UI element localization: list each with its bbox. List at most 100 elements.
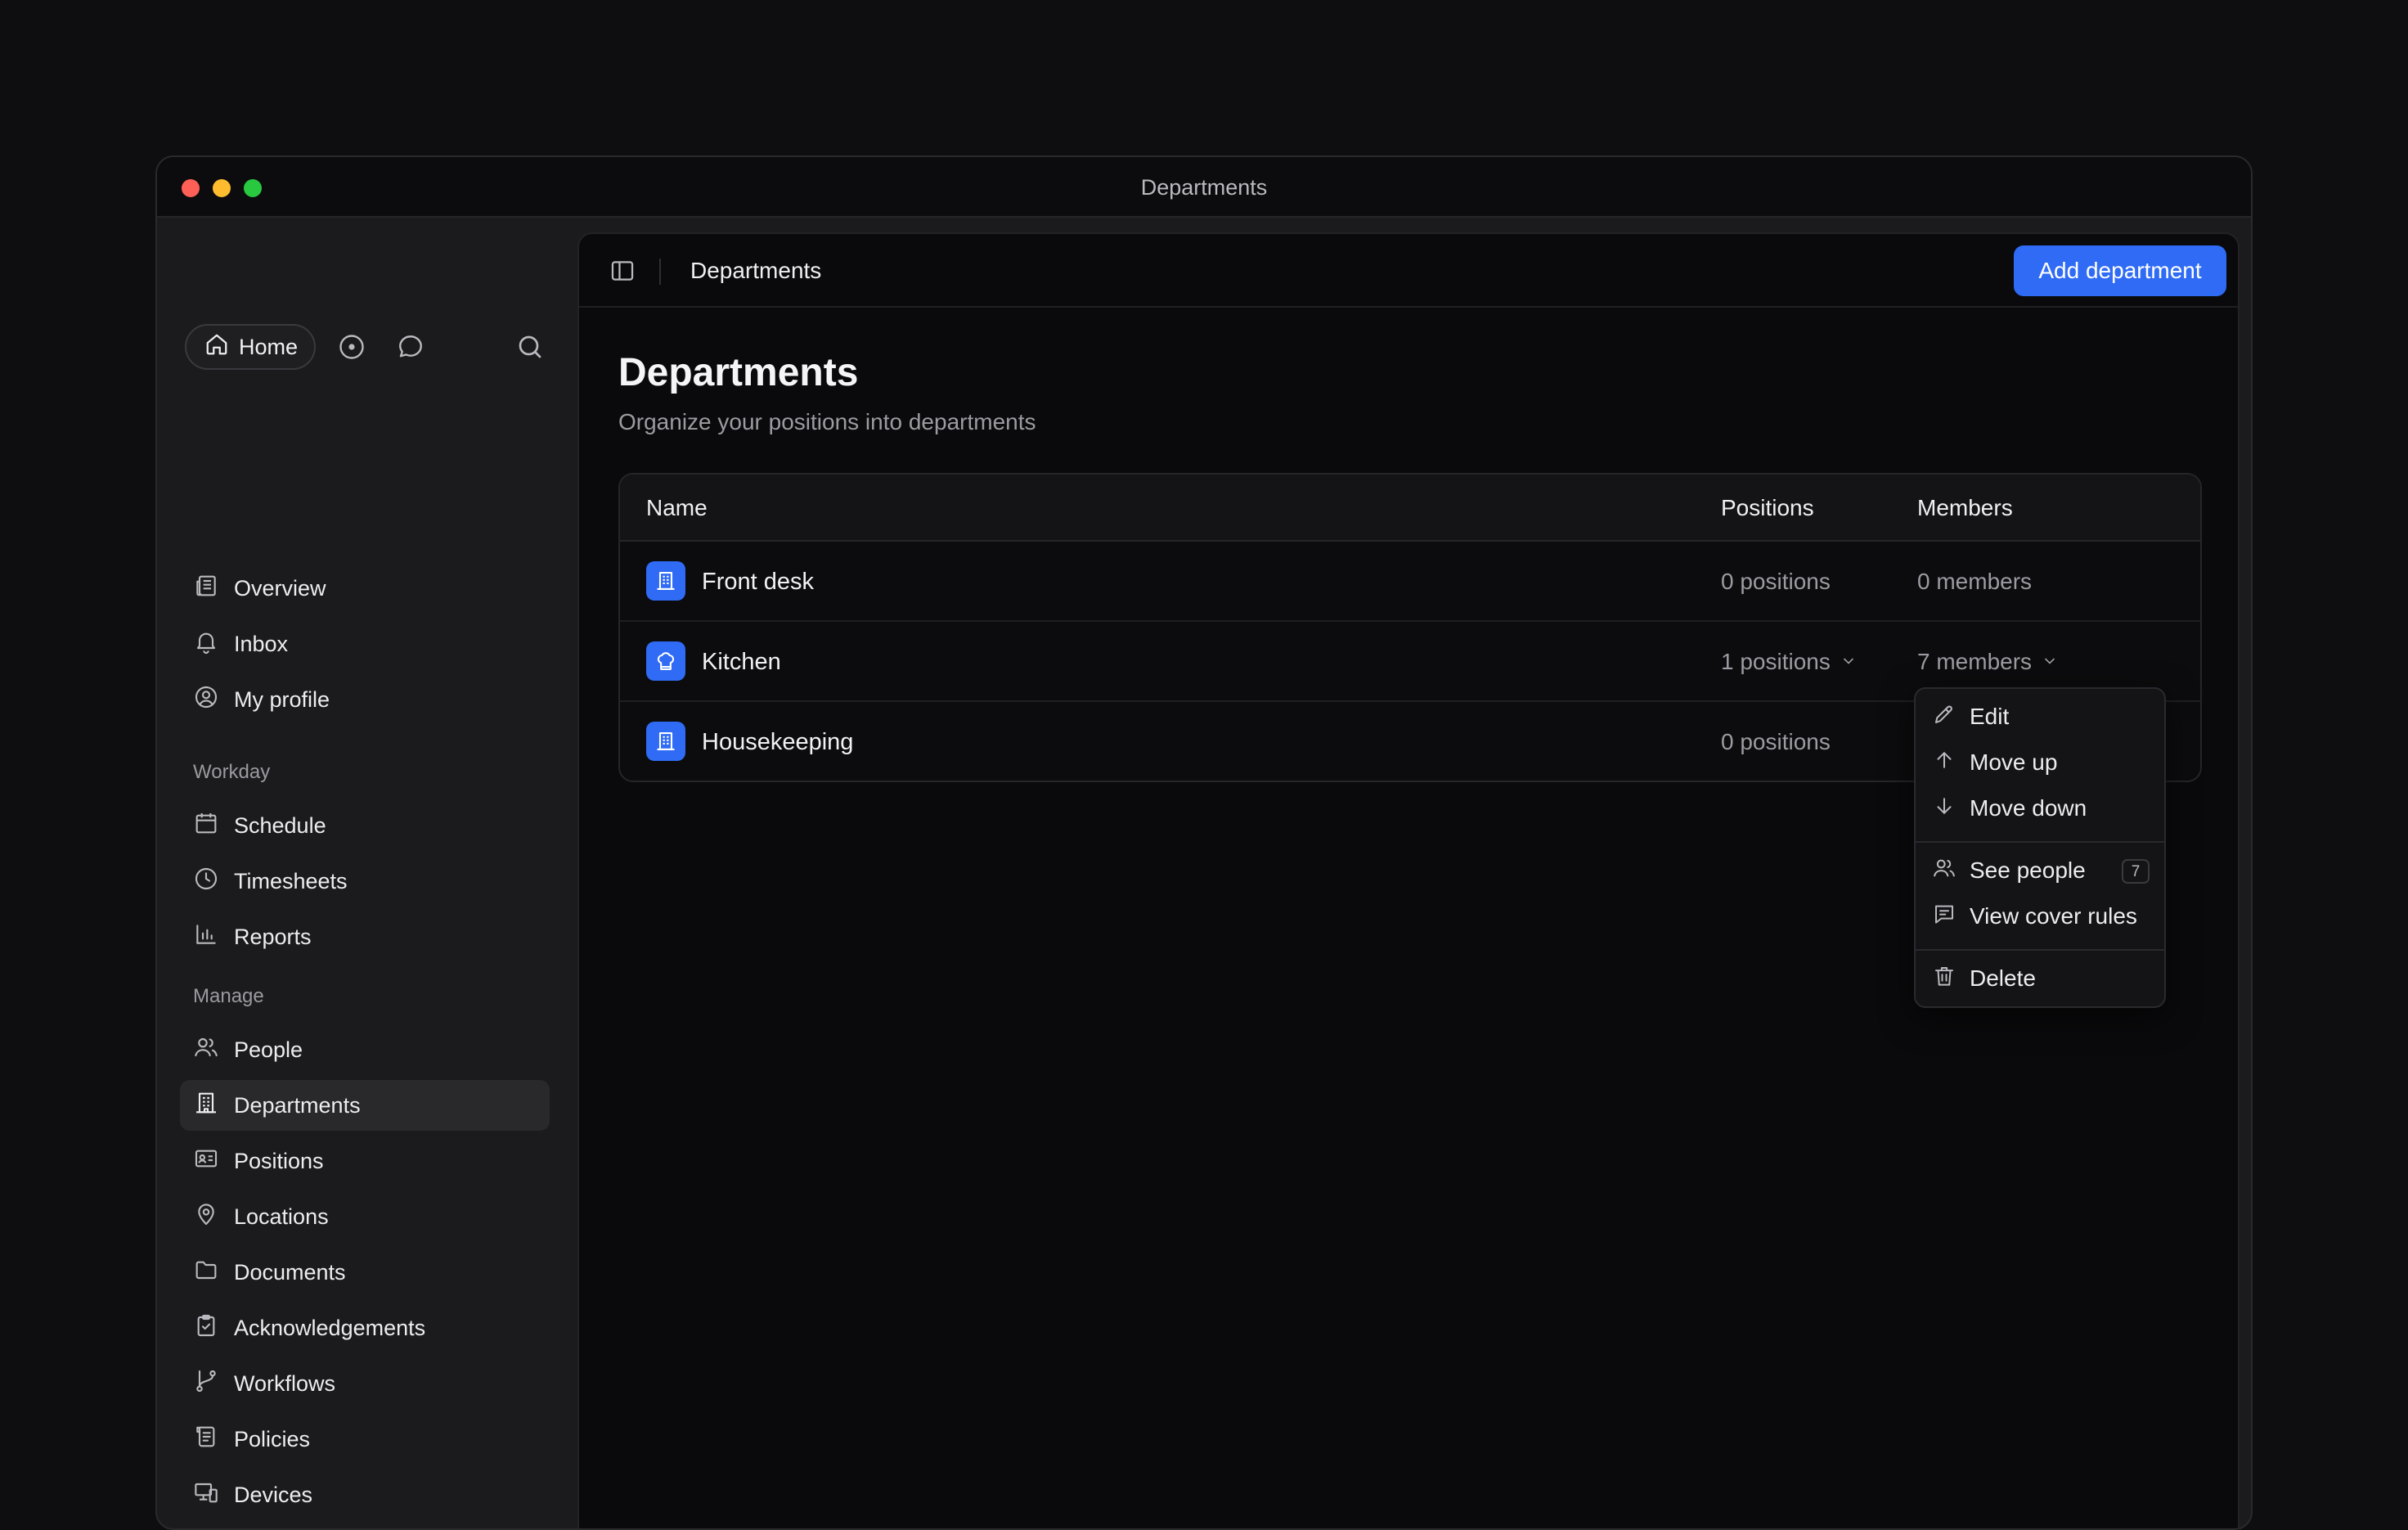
- positions-cell: 0 positions: [1721, 702, 1831, 781]
- sidebar-top-nav: Home: [185, 324, 545, 370]
- section-label-workday: Workday: [193, 761, 271, 783]
- home-icon: [204, 332, 229, 362]
- positions-dropdown[interactable]: 1 positions: [1721, 622, 1857, 702]
- sidebar-item-locations[interactable]: Locations: [180, 1191, 550, 1242]
- table-row[interactable]: Front desk 0 positions 0 members: [620, 542, 2200, 622]
- positions-cell: 0 positions: [1721, 542, 1831, 622]
- header-divider: [659, 259, 661, 285]
- activity-icon[interactable]: [337, 332, 366, 362]
- building-icon: [646, 561, 685, 601]
- sidebar-item-label: Documents: [234, 1259, 346, 1285]
- window-title: Departments: [1140, 175, 1268, 200]
- menu-item-label: Move up: [1970, 749, 2058, 775]
- add-department-button[interactable]: Add department: [2014, 245, 2226, 296]
- row-context-menu: Edit Move up Move down See people 7 View…: [1914, 687, 2166, 1008]
- trash-icon: [1932, 964, 1956, 994]
- sidebar-item-people[interactable]: People: [180, 1024, 550, 1075]
- sidebar-item-label: Acknowledgements: [234, 1315, 426, 1340]
- sidebar-item-label: Overview: [234, 575, 326, 601]
- arrow-up-icon: [1932, 748, 1956, 778]
- table-header: Name Positions Members: [620, 475, 2200, 542]
- column-header-positions[interactable]: Positions: [1721, 475, 1814, 542]
- devices-icon: [193, 1479, 219, 1511]
- search-icon[interactable]: [515, 332, 545, 362]
- positions-count: 0 positions: [1721, 569, 1831, 594]
- column-header-members[interactable]: Members: [1917, 475, 2013, 542]
- department-name: Front desk: [702, 569, 814, 595]
- sidebar-item-documents[interactable]: Documents: [180, 1247, 550, 1298]
- bell-icon: [193, 628, 219, 660]
- building-icon: [193, 1090, 219, 1122]
- sidebar-item-devices[interactable]: Devices: [180, 1469, 550, 1520]
- map-pin-icon: [193, 1201, 219, 1233]
- menu-item-label: See people: [1970, 857, 2086, 883]
- id-card-icon: [193, 1145, 219, 1177]
- sidebar-item-my-profile[interactable]: My profile: [180, 674, 550, 725]
- sidebar-item-label: Policies: [234, 1426, 311, 1451]
- sidebar-item-label: Devices: [234, 1482, 313, 1507]
- home-button[interactable]: Home: [185, 324, 316, 370]
- title-bar: Departments: [157, 157, 2251, 218]
- sidebar-item-label: Inbox: [234, 631, 289, 656]
- menu-separator: [1916, 841, 2164, 843]
- section-label-manage: Manage: [193, 985, 264, 1007]
- menu-item-see-people[interactable]: See people 7: [1922, 849, 2158, 892]
- menu-item-label: Delete: [1970, 965, 2036, 991]
- sidebar-item-inbox[interactable]: Inbox: [180, 619, 550, 669]
- positions-count: 0 positions: [1721, 729, 1831, 754]
- pencil-icon: [1932, 702, 1956, 732]
- sidebar-item-workflows[interactable]: Workflows: [180, 1358, 550, 1409]
- folder-icon: [193, 1257, 219, 1289]
- department-name: Kitchen: [702, 649, 781, 675]
- bar-chart-icon: [193, 921, 219, 953]
- sidebar-item-policies[interactable]: Policies: [180, 1414, 550, 1465]
- members-count: 0 members: [1917, 569, 2033, 594]
- home-label: Home: [239, 334, 299, 359]
- clipboard-check-icon: [193, 1312, 219, 1344]
- sidebar-item-acknowledgements[interactable]: Acknowledgements: [180, 1303, 550, 1353]
- positions-count: 1 positions: [1721, 649, 1831, 674]
- sidebar-item-label: Departments: [234, 1092, 361, 1118]
- message-square-text-icon: [1932, 902, 1956, 932]
- arrow-down-icon: [1932, 794, 1956, 824]
- menu-item-label: View cover rules: [1970, 903, 2137, 929]
- calendar-icon: [193, 810, 219, 842]
- sidebar-item-label: Locations: [234, 1204, 329, 1229]
- menu-separator: [1916, 949, 2164, 951]
- members-cell: 0 members: [1917, 542, 2032, 622]
- sidebar-item-label: Positions: [234, 1148, 324, 1173]
- menu-item-label: Move down: [1970, 795, 2087, 821]
- sidebar-item-overview[interactable]: Overview: [180, 563, 550, 614]
- git-branch-icon: [193, 1368, 219, 1400]
- header-title: Departments: [690, 258, 822, 283]
- department-name: Housekeeping: [702, 729, 854, 755]
- sidebar-item-departments[interactable]: Departments: [180, 1080, 550, 1131]
- chat-icon[interactable]: [396, 332, 425, 362]
- page-subtitle: Organize your positions into departments: [618, 409, 1036, 434]
- clock-icon: [193, 866, 219, 898]
- menu-item-edit[interactable]: Edit: [1922, 695, 2158, 738]
- page-title: Departments: [618, 351, 859, 394]
- sidebar-item-label: People: [234, 1037, 303, 1062]
- users-icon: [1932, 856, 1956, 886]
- newspaper-icon: [193, 573, 219, 605]
- sidebar-item-positions[interactable]: Positions: [180, 1136, 550, 1186]
- column-header-name[interactable]: Name: [646, 475, 708, 542]
- menu-item-delete[interactable]: Delete: [1922, 957, 2158, 1000]
- sidebar-item-label: Reports: [234, 924, 312, 949]
- menu-item-move-down[interactable]: Move down: [1922, 787, 2158, 830]
- sidebar-item-reports[interactable]: Reports: [180, 911, 550, 962]
- people-count-badge: 7: [2122, 859, 2150, 884]
- sidebar-item-label: My profile: [234, 686, 330, 712]
- sidebar-toggle-icon[interactable]: [609, 257, 636, 285]
- menu-item-view-cover-rules[interactable]: View cover rules: [1922, 895, 2158, 938]
- sidebar-item-label: Schedule: [234, 812, 326, 838]
- main-header: Departments Add department: [579, 234, 2238, 308]
- users-icon: [193, 1034, 219, 1066]
- sidebar: Home Overview Inbox My profile Workday S…: [157, 218, 577, 1528]
- scroll-icon: [193, 1424, 219, 1456]
- sidebar-item-timesheets[interactable]: Timesheets: [180, 856, 550, 907]
- sidebar-item-label: Workflows: [234, 1370, 336, 1396]
- sidebar-item-schedule[interactable]: Schedule: [180, 800, 550, 851]
- menu-item-move-up[interactable]: Move up: [1922, 741, 2158, 784]
